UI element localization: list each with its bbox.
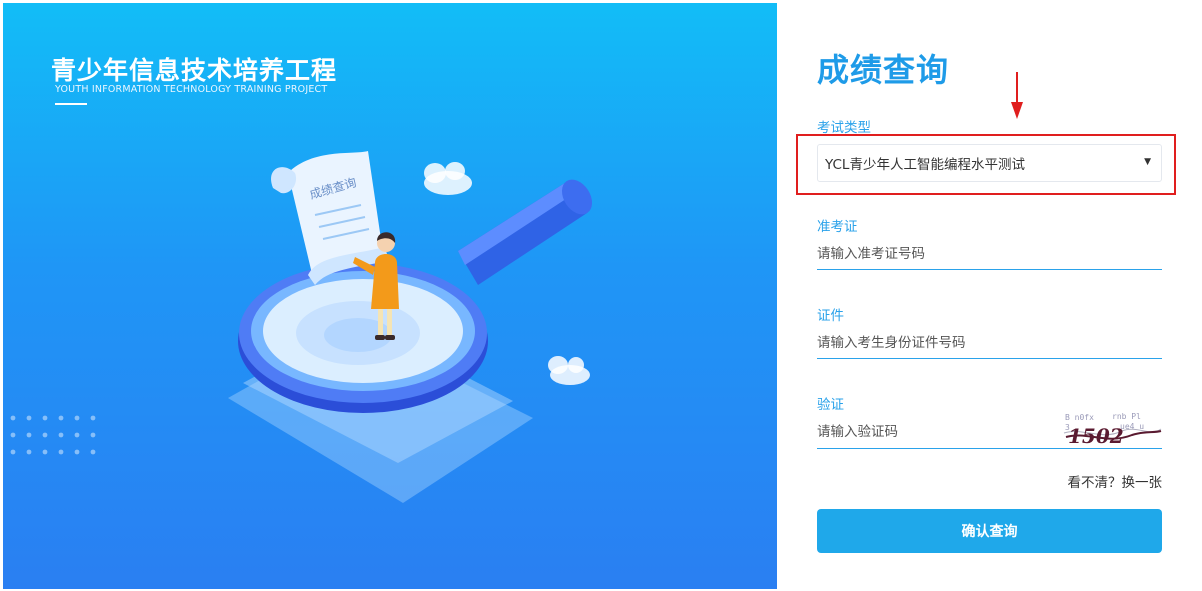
magnifier-illustration: 成绩查询 (228, 151, 593, 503)
exam-type-label: 考试类型 (817, 120, 871, 136)
exam-type-selected-value: YCL青少年人工智能编程水平测试 (825, 157, 1025, 173)
ticket-label: 准考证 (817, 219, 858, 235)
svg-text:B n0fx: B n0fx (1065, 413, 1094, 422)
hero-panel: 青少年信息技术培养工程 YOUTH INFORMATION TECHNOLOGY… (3, 3, 777, 589)
captcha-image[interactable]: B n0fx rnb Pl 3 ue4 u 1502 (1062, 411, 1162, 447)
magnifier-handle (458, 179, 593, 285)
submit-query-button[interactable]: 确认查询 (817, 509, 1162, 553)
hero-title: 青少年信息技术培养工程 (51, 56, 338, 85)
arrow-down-icon (1011, 72, 1023, 119)
dot-grid-decoration (10, 415, 96, 455)
svg-text:rnb Pl: rnb Pl (1112, 412, 1141, 421)
form-title: 成绩查询 (817, 51, 950, 89)
hero-subtitle: YOUTH INFORMATION TECHNOLOGY TRAINING PR… (55, 84, 328, 95)
magnifier-lens (238, 263, 488, 413)
exam-type-select[interactable]: YCL青少年人工智能编程水平测试 ▼ (817, 144, 1162, 182)
chevron-down-icon: ▼ (1144, 157, 1151, 167)
captcha-label: 验证 (817, 397, 844, 413)
id-card-input[interactable] (817, 327, 1162, 359)
hero-title-underline (55, 103, 87, 105)
id-card-label: 证件 (817, 308, 844, 324)
refresh-captcha-link[interactable]: 看不清？换一张 (1064, 471, 1163, 491)
query-form-panel: 成绩查询 考试类型 YCL青少年人工智能编程水平测试 ▼ 准考证 证件 验证 B… (777, 0, 1202, 591)
cloud-decoration-bottom (548, 356, 590, 385)
captcha-underline (817, 448, 1162, 449)
ticket-number-input[interactable] (817, 238, 1162, 270)
cloud-decoration-top (424, 162, 472, 195)
captcha-input[interactable] (817, 416, 1062, 448)
